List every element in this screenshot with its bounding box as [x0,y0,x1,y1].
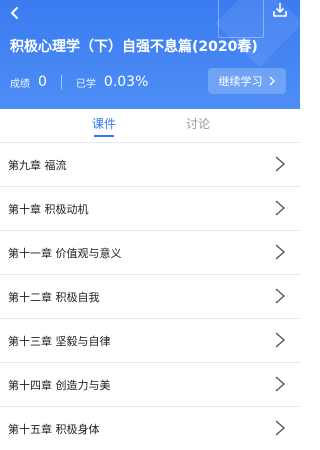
header-decoration-frame [218,0,264,38]
stats-divider [60,75,62,89]
chapter-title: 第九章 福流 [8,158,67,172]
chevron-right-icon [269,76,275,86]
chevron-right-icon [275,156,285,172]
list-item[interactable]: 第十五章 积极身体 [0,406,300,450]
continue-learning-button[interactable]: 继续学习 [208,68,286,94]
chapter-list: 第九章 福流 第十章 积极动机 第十一章 价值观与意义 第十二章 积极自我 第十… [0,142,300,450]
learned-value: 0.03% [103,74,149,90]
tab-bar: 课件 讨论 [0,109,300,139]
chapter-title: 第十三章 坚毅与自律 [8,334,111,348]
course-stats: 成绩 0 已学 0.03% [10,70,148,94]
active-tab-indicator [94,135,114,137]
list-item[interactable]: 第九章 福流 [0,142,300,186]
learned-label: 已学 [75,78,96,90]
chevron-right-icon [275,376,285,392]
chapter-title: 第十一章 价值观与意义 [8,246,122,260]
chevron-right-icon [275,200,285,216]
back-arrow-icon [11,7,18,19]
score-value: 0 [38,74,47,90]
chapter-title: 第十五章 积极身体 [8,422,100,436]
list-item[interactable]: 第十二章 积极自我 [0,274,300,318]
tab-courseware[interactable]: 课件 [92,115,116,132]
list-item[interactable]: 第十一章 价值观与意义 [0,230,300,274]
course-title: 积极心理学（下）自强不息篇(2020春) [10,39,258,55]
tab-discussion[interactable]: 讨论 [186,115,210,132]
list-item[interactable]: 第十章 积极动机 [0,186,300,230]
chapter-title: 第十章 积极动机 [8,202,89,216]
download-button[interactable] [270,0,290,20]
chevron-right-icon [275,244,285,260]
list-item[interactable]: 第十三章 坚毅与自律 [0,318,300,362]
back-button[interactable] [4,2,26,24]
chevron-right-icon [275,332,285,348]
chapter-title: 第十二章 积极自我 [8,290,100,304]
course-header: 积极心理学（下）自强不息篇(2020春) 成绩 0 已学 0.03% 继续学习 [0,0,300,109]
chapter-title: 第十四章 创造力与美 [8,378,111,392]
continue-learning-label: 继续学习 [218,75,263,88]
chevron-right-icon [275,420,285,436]
list-item[interactable]: 第十四章 创造力与美 [0,362,300,406]
chevron-right-icon [275,288,285,304]
download-icon [273,3,287,17]
score-label: 成绩 [10,78,30,90]
